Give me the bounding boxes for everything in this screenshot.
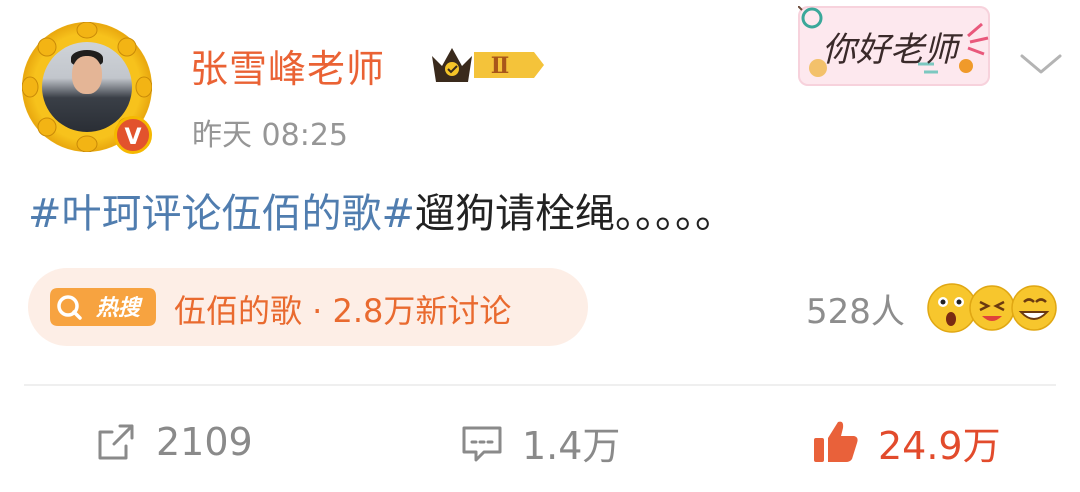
repost-count: 2109 [156, 420, 253, 464]
like-button[interactable]: 24.9万 [810, 412, 1001, 472]
thumbs-up-icon [814, 421, 858, 462]
greeting-sticker: 你好老师 [798, 6, 990, 86]
hot-search-tag: 热搜 [95, 296, 143, 321]
post-timestamp: 昨天 08:25 [192, 118, 348, 153]
avatar-face [72, 56, 102, 94]
share-icon [98, 424, 134, 460]
post-body-text: 遛狗请栓绳。。。。。 [415, 191, 736, 237]
post-content: #叶珂评论伍佰的歌#遛狗请栓绳。。。。。 [28, 186, 735, 242]
surprised-emoji-icon [927, 283, 977, 333]
avatar-photo [42, 42, 132, 132]
avatar[interactable]: V [22, 18, 156, 156]
hashtag-link[interactable]: #叶珂评论伍佰的歌# [28, 191, 415, 237]
chevron-down-icon[interactable] [1018, 48, 1064, 78]
divider [24, 384, 1056, 386]
reaction-count[interactable]: 528人 [806, 284, 905, 333]
vip-crown-badge-icon[interactable]: Ⅱ [430, 42, 546, 88]
vip-level: Ⅱ [491, 53, 510, 79]
hot-search-text: 伍佰的歌 · 2.8万新讨论 [174, 292, 512, 330]
hot-search-card[interactable]: 热搜 伍佰的歌 · 2.8万新讨论 [28, 268, 588, 346]
laughing-emoji-icon [969, 285, 1015, 331]
reaction-emojis[interactable] [924, 278, 1064, 338]
repost-button[interactable]: 2109 [92, 412, 253, 472]
sticker-text: 你好老师 [822, 30, 958, 70]
like-count: 24.9万 [878, 423, 1001, 468]
hot-search-icon: 热搜 [50, 288, 156, 326]
author-name[interactable]: 张雪峰老师 [190, 38, 385, 93]
comment-button[interactable]: 1.4万 [458, 412, 620, 472]
verified-badge-icon: V [114, 116, 152, 154]
comment-count: 1.4万 [522, 423, 621, 468]
grin-emoji-icon [1011, 285, 1057, 331]
comment-icon [462, 426, 502, 462]
